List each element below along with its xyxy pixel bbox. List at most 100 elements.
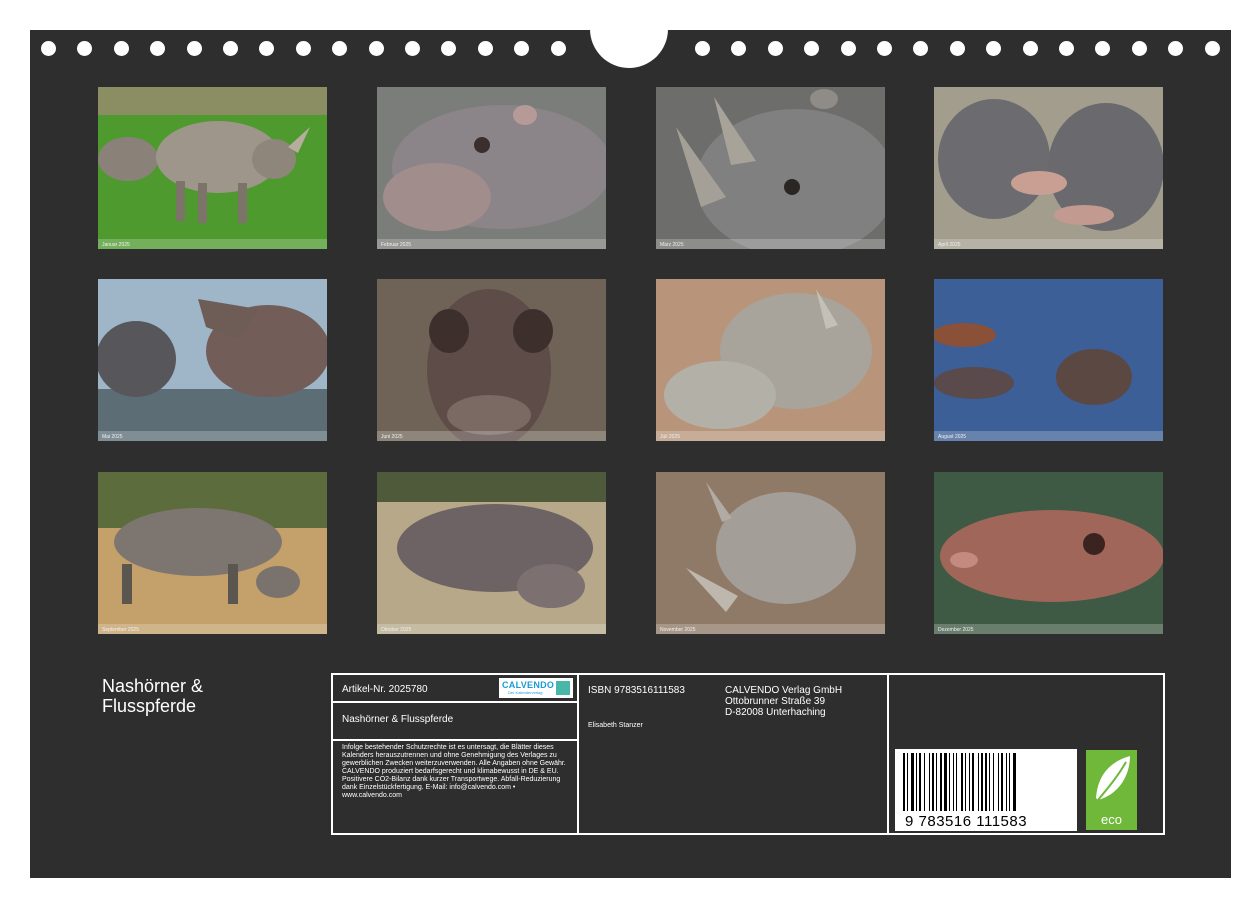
binding-hole xyxy=(113,41,129,56)
month-label: Juli 2025 xyxy=(660,434,681,440)
binding-hole xyxy=(767,41,783,56)
binding-hole xyxy=(1131,41,1147,56)
month-thumbnail-july: Juli 2025 xyxy=(656,279,885,441)
publisher-city: D-82008 Unterhaching xyxy=(725,707,826,718)
binding-hole xyxy=(695,41,710,56)
month-strip: August 2025 xyxy=(934,431,1163,441)
month-strip: Oktober 2025 xyxy=(377,624,606,634)
calvendo-mark-icon xyxy=(556,681,570,695)
logo-subtext: Der Kalenderverlag xyxy=(508,690,543,695)
month-strip: Dezember 2025 xyxy=(934,624,1163,634)
month-thumbnail-may: Mai 2025 xyxy=(98,279,327,441)
divider xyxy=(577,675,579,833)
hippo-swimming-photo-icon xyxy=(934,472,1163,634)
hippo-photo-icon xyxy=(377,87,606,249)
binding-hole xyxy=(550,41,566,56)
legal-text: Infolge bestehender Schutzrechte ist es … xyxy=(342,744,566,799)
rhino-grazing-photo-icon xyxy=(98,472,327,634)
barcode: 9 783516 111583 xyxy=(895,749,1077,831)
binding-hole xyxy=(514,41,530,56)
publisher-street: Ottobrunner Straße 39 xyxy=(725,696,826,707)
isbn: ISBN 9783516111583 xyxy=(588,685,685,696)
month-strip: März 2025 xyxy=(656,239,885,249)
binding-hole xyxy=(877,41,892,56)
month-strip: Mai 2025 xyxy=(98,431,327,441)
month-thumbnail-march: März 2025 xyxy=(656,87,885,249)
leaf-icon xyxy=(1096,756,1130,801)
month-thumbnail-september: September 2025 xyxy=(98,472,327,634)
calendar-back-page: Januar 2025 Februar 2025 März 2025 April… xyxy=(30,8,1231,878)
month-strip: Februar 2025 xyxy=(377,239,606,249)
binding-hole xyxy=(405,41,420,56)
month-thumbnail-august: August 2025 xyxy=(934,279,1163,441)
month-label: August 2025 xyxy=(938,434,967,440)
month-thumbnail-january: Januar 2025 xyxy=(98,87,327,249)
product-title: Nashörner & Flusspferde xyxy=(342,714,454,725)
month-label: Februar 2025 xyxy=(381,242,412,248)
binding-hole xyxy=(368,41,384,56)
binding-hole xyxy=(1022,41,1038,56)
binding-hole xyxy=(1095,41,1111,56)
barcode-number: 9 783516 111583 xyxy=(905,813,1028,830)
month-strip: April 2025 xyxy=(934,239,1163,249)
binding-hole xyxy=(477,41,493,56)
binding-hole xyxy=(441,41,457,56)
month-label: November 2025 xyxy=(660,627,696,633)
publisher-info-box: Artikel-Nr. 2025780 CALVENDO Der Kalende… xyxy=(331,673,1165,835)
month-label: Januar 2025 xyxy=(102,242,130,248)
binding-hole xyxy=(1059,41,1074,56)
rhino-calf-photo-icon xyxy=(656,279,885,441)
month-label: März 2025 xyxy=(660,242,684,248)
binding-hole xyxy=(295,41,311,56)
binding-hole xyxy=(150,41,166,56)
hippos-river-photo-icon xyxy=(934,279,1163,441)
eco-badge: eco xyxy=(1086,750,1137,830)
binding-hole xyxy=(332,41,348,56)
month-label: September 2025 xyxy=(102,627,139,633)
binding-hole xyxy=(1204,41,1220,56)
calendar-title: Nashörner & Flusspferde xyxy=(102,676,204,716)
binding-hole xyxy=(1168,41,1184,56)
logo-text: CALVENDO xyxy=(502,680,555,690)
divider xyxy=(333,701,577,703)
hippo-resting-photo-icon xyxy=(377,472,606,634)
month-thumbnail-june: Juni 2025 xyxy=(377,279,606,441)
month-label: Juni 2025 xyxy=(381,434,403,440)
binding-hole xyxy=(77,41,93,56)
divider xyxy=(887,675,889,833)
eco-label: eco xyxy=(1101,812,1122,827)
month-thumbnail-april: April 2025 xyxy=(934,87,1163,249)
binding-hole xyxy=(259,41,275,56)
binding-hole xyxy=(949,41,965,56)
month-label: Dezember 2025 xyxy=(938,627,974,633)
binding-hole xyxy=(913,41,929,56)
month-strip: Juni 2025 xyxy=(377,431,606,441)
hippo-pair-photo-icon xyxy=(934,87,1163,249)
hippos-water-photo-icon xyxy=(98,279,327,441)
month-thumbnail-october: Oktober 2025 xyxy=(377,472,606,634)
rhino-photo-icon xyxy=(98,87,327,249)
month-label: April 2025 xyxy=(938,242,961,248)
hippo-head-photo-icon xyxy=(377,279,606,441)
month-strip: September 2025 xyxy=(98,624,327,634)
month-thumbnail-november: November 2025 xyxy=(656,472,885,634)
article-number: Artikel-Nr. 2025780 xyxy=(342,684,428,695)
binding-hole xyxy=(804,41,820,56)
month-strip: Juli 2025 xyxy=(656,431,885,441)
calvendo-logo: CALVENDO Der Kalenderverlag xyxy=(499,678,573,698)
rhino-closeup-photo-icon xyxy=(656,87,885,249)
divider xyxy=(333,739,577,741)
month-label: Oktober 2025 xyxy=(381,627,412,633)
month-thumbnail-february: Februar 2025 xyxy=(377,87,606,249)
publisher-address: CALVENDO Verlag GmbH Ottobrunner Straße … xyxy=(725,685,842,718)
month-thumbnail-december: Dezember 2025 xyxy=(934,472,1163,634)
month-strip: Januar 2025 xyxy=(98,239,327,249)
binding-hole xyxy=(223,41,238,56)
binding-hole xyxy=(731,41,747,56)
binding-hole xyxy=(186,41,202,56)
rhino-bush-photo-icon xyxy=(656,472,885,634)
month-strip: November 2025 xyxy=(656,624,885,634)
binding-hole xyxy=(840,41,856,56)
publisher-name: CALVENDO Verlag GmbH xyxy=(725,685,843,696)
month-label: Mai 2025 xyxy=(102,434,123,440)
